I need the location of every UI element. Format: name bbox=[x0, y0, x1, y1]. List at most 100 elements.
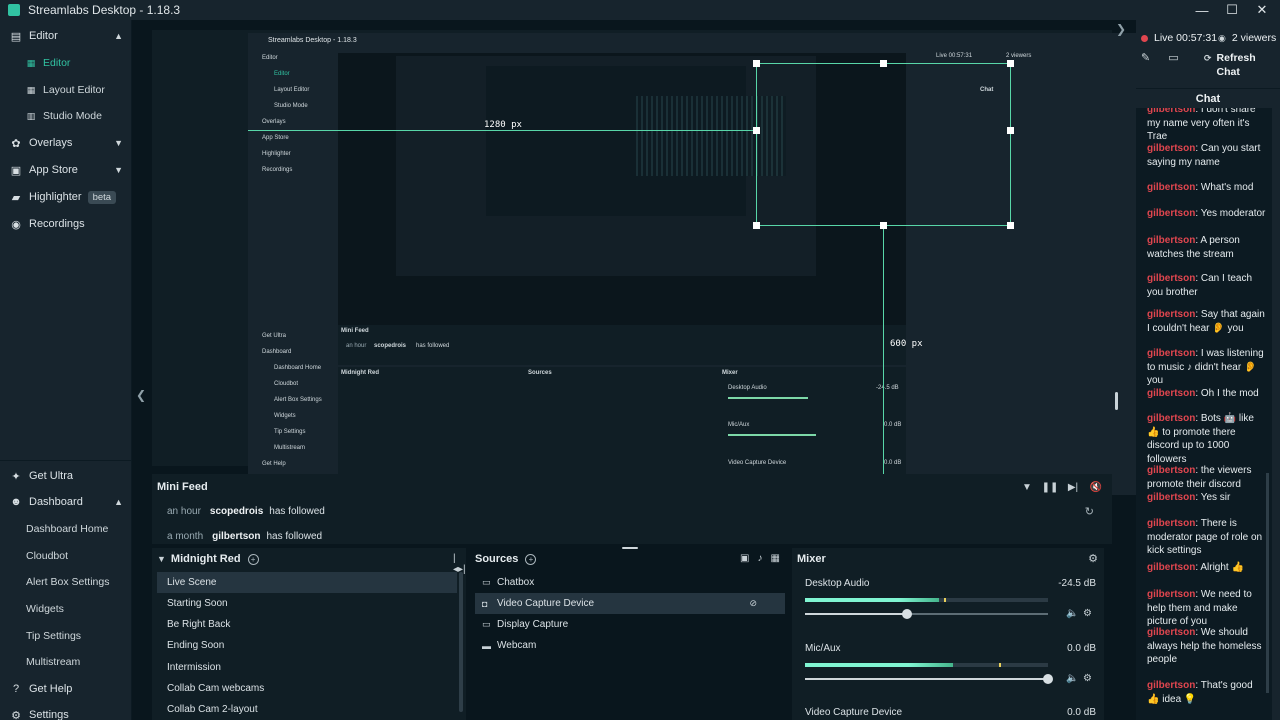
skip-icon[interactable]: ▶| bbox=[1065, 481, 1081, 493]
chevron-up-icon[interactable]: ▲ bbox=[114, 497, 123, 507]
speaker-icon[interactable]: 🔈 bbox=[1066, 608, 1078, 619]
chat-username[interactable]: gilbertson bbox=[1147, 208, 1195, 219]
resize-handle[interactable] bbox=[880, 222, 887, 229]
edit-pencil-icon[interactable]: ✎ bbox=[1141, 51, 1150, 64]
height-guide-line bbox=[883, 225, 884, 495]
source-item[interactable]: ▭ Display Capture bbox=[475, 614, 785, 635]
channel-gear-icon[interactable]: ⚙ bbox=[1083, 673, 1092, 684]
chevron-up-icon[interactable]: ▲ bbox=[114, 31, 123, 41]
audio-meter-fill bbox=[805, 598, 939, 602]
sidebar-item-dashboard[interactable]: ☻ Dashboard ▲ bbox=[0, 490, 132, 514]
resize-handle[interactable] bbox=[880, 60, 887, 67]
chat-username[interactable]: gilbertson bbox=[1147, 680, 1195, 691]
resize-handle[interactable] bbox=[753, 222, 760, 229]
chat-username[interactable]: gilbertson bbox=[1147, 388, 1195, 399]
collapse-chat-chevron-icon[interactable]: ❯ bbox=[1116, 22, 1126, 36]
volume-slider-knob[interactable] bbox=[902, 609, 913, 619]
collapse-sidebar-chevron-icon[interactable]: ❮ bbox=[136, 388, 146, 402]
chat-username[interactable]: gilbertson bbox=[1147, 562, 1195, 573]
sidebar-item-recordings[interactable]: ◉ Recordings bbox=[0, 212, 132, 236]
chat-username[interactable]: gilbertson bbox=[1147, 518, 1195, 529]
speaker-icon[interactable]: 🔈 bbox=[1066, 673, 1078, 684]
sidebar-item-get-ultra[interactable]: ✦ Get Ultra bbox=[0, 464, 132, 488]
chat-message: gilbertson: Say that again I couldn't he… bbox=[1147, 308, 1267, 335]
chat-username[interactable]: gilbertson bbox=[1147, 627, 1195, 638]
sidebar-sub-dashboard-home[interactable]: Dashboard Home bbox=[0, 518, 132, 540]
source-item[interactable]: ◘ Video Capture Device ⊘ bbox=[475, 593, 785, 614]
sidebar-sub-cloudbot[interactable]: Cloudbot bbox=[0, 545, 132, 567]
height-label: 600 px bbox=[890, 339, 923, 349]
chat-username[interactable]: gilbertson bbox=[1147, 143, 1195, 154]
sidebar-item-app-store[interactable]: ▣ App Store ▼ bbox=[0, 158, 132, 182]
source-item[interactable]: ▬ Webcam bbox=[475, 635, 785, 656]
chat-username[interactable]: gilbertson bbox=[1147, 413, 1195, 424]
source-label: Webcam bbox=[497, 640, 537, 651]
mute-alerts-icon[interactable]: 🔇 bbox=[1088, 481, 1104, 493]
chat-username[interactable]: gilbertson bbox=[1147, 492, 1195, 503]
chat-scrollbar[interactable] bbox=[1266, 473, 1269, 693]
sidebar-sub-alert-box[interactable]: Alert Box Settings bbox=[0, 571, 132, 593]
chat-username[interactable]: gilbertson bbox=[1147, 108, 1195, 115]
volume-slider[interactable] bbox=[805, 609, 1048, 619]
sidebar-sub-studio-mode[interactable]: ▥ Studio Mode bbox=[0, 105, 132, 127]
volume-slider[interactable] bbox=[805, 674, 1053, 684]
resize-handle[interactable] bbox=[753, 60, 760, 67]
sidebar-item-editor[interactable]: ▤ Editor ▲ bbox=[0, 24, 132, 48]
mixer-settings-gear-icon[interactable]: ⚙ bbox=[1088, 552, 1098, 565]
duplicate-icon[interactable]: ▣ bbox=[740, 553, 749, 564]
refresh-chat-button[interactable]: ⟳ Refresh Chat bbox=[1204, 51, 1263, 79]
chat-username[interactable]: gilbertson bbox=[1147, 235, 1195, 246]
sidebar-sub-editor[interactable]: ▦ Editor bbox=[0, 52, 132, 74]
pv-nav-label: Get Ultra bbox=[262, 333, 287, 339]
chatbox-icon: ▭ bbox=[482, 577, 491, 587]
sidebar-item-label: Get Ultra bbox=[29, 470, 74, 482]
sidebar-sub-tip-settings[interactable]: Tip Settings bbox=[0, 625, 132, 647]
stream-preview[interactable]: Streamlabs Desktop - 1.18.3 Editor Edito… bbox=[152, 30, 1162, 495]
streamlabs-window: Streamlabs Desktop - 1.18.3 — ☐ ✕ ▤ Edit… bbox=[0, 0, 1280, 720]
sidebar-item-get-help[interactable]: ? Get Help bbox=[0, 677, 132, 701]
sidebar-item-highlighter[interactable]: ▰ Highlighter beta bbox=[0, 185, 132, 209]
volume-slider-knob[interactable] bbox=[1043, 674, 1053, 684]
resize-handle[interactable] bbox=[1007, 222, 1014, 229]
source-item[interactable]: ▭ Chatbox bbox=[475, 572, 785, 593]
filter-icon[interactable]: ▼ bbox=[1019, 481, 1035, 493]
popout-icon[interactable]: ▭ bbox=[1168, 51, 1178, 64]
chat-panel: Live 00:57:31 ◉ 2 viewers ✎ ▭ ⟳ Refresh C… bbox=[1136, 20, 1280, 720]
sidebar-sub-widgets[interactable]: Widgets bbox=[0, 598, 132, 620]
minimize-button[interactable]: — bbox=[1192, 0, 1212, 20]
chat-username[interactable]: gilbertson bbox=[1147, 182, 1195, 193]
sidebar-sub-label: Alert Box Settings bbox=[26, 576, 110, 588]
sidebar-sub-multistream[interactable]: Multistream bbox=[0, 651, 132, 673]
chat-username[interactable]: gilbertson bbox=[1147, 465, 1195, 476]
chat-messages[interactable]: gilbertson: I don't share my name very o… bbox=[1136, 108, 1272, 720]
preview-chat: Live 00:57:31 2 viewers Chat bbox=[920, 47, 1162, 495]
chat-username[interactable]: gilbertson bbox=[1147, 348, 1195, 359]
sidebar-item-settings[interactable]: ⚙ Settings bbox=[0, 703, 132, 720]
replay-alert-icon[interactable]: ↻ bbox=[1085, 505, 1094, 518]
chevron-down-icon[interactable]: ▼ bbox=[114, 138, 123, 148]
resize-handle[interactable] bbox=[753, 127, 760, 134]
pv-desktop-db: -24.5 dB bbox=[876, 385, 899, 391]
audio-icon[interactable]: ♪ bbox=[757, 553, 762, 564]
pause-icon[interactable]: ❚❚ bbox=[1042, 481, 1059, 493]
visibility-off-icon[interactable]: ⊘ bbox=[749, 598, 757, 609]
close-button[interactable]: ✕ bbox=[1252, 0, 1272, 20]
chat-username[interactable]: gilbertson bbox=[1147, 309, 1195, 320]
chat-username[interactable]: gilbertson bbox=[1147, 273, 1195, 284]
resize-handle[interactable] bbox=[1007, 60, 1014, 67]
chat-resize-handle[interactable] bbox=[1115, 392, 1118, 410]
chevron-down-icon[interactable]: ▼ bbox=[114, 165, 123, 175]
resize-handle[interactable] bbox=[1007, 127, 1014, 134]
chat-message: gilbertson: Alright 👍 bbox=[1147, 561, 1267, 575]
audio-channel-db: 0.0 dB bbox=[1067, 707, 1096, 718]
sidebar-sub-label: Multistream bbox=[26, 656, 81, 668]
chat-username[interactable]: gilbertson bbox=[1147, 589, 1195, 600]
channel-gear-icon[interactable]: ⚙ bbox=[1083, 608, 1092, 619]
add-source-icon[interactable]: + bbox=[525, 553, 537, 565]
sidebar-item-overlays[interactable]: ✿ Overlays ▼ bbox=[0, 131, 132, 155]
sidebar-sub-layout-editor[interactable]: ▦ Layout Editor bbox=[0, 79, 132, 101]
folder-icon[interactable]: ▦ bbox=[770, 553, 779, 564]
sidebar-sub-label: Widgets bbox=[26, 603, 64, 615]
audio-meter-fill bbox=[805, 663, 954, 667]
maximize-button[interactable]: ☐ bbox=[1222, 0, 1242, 20]
